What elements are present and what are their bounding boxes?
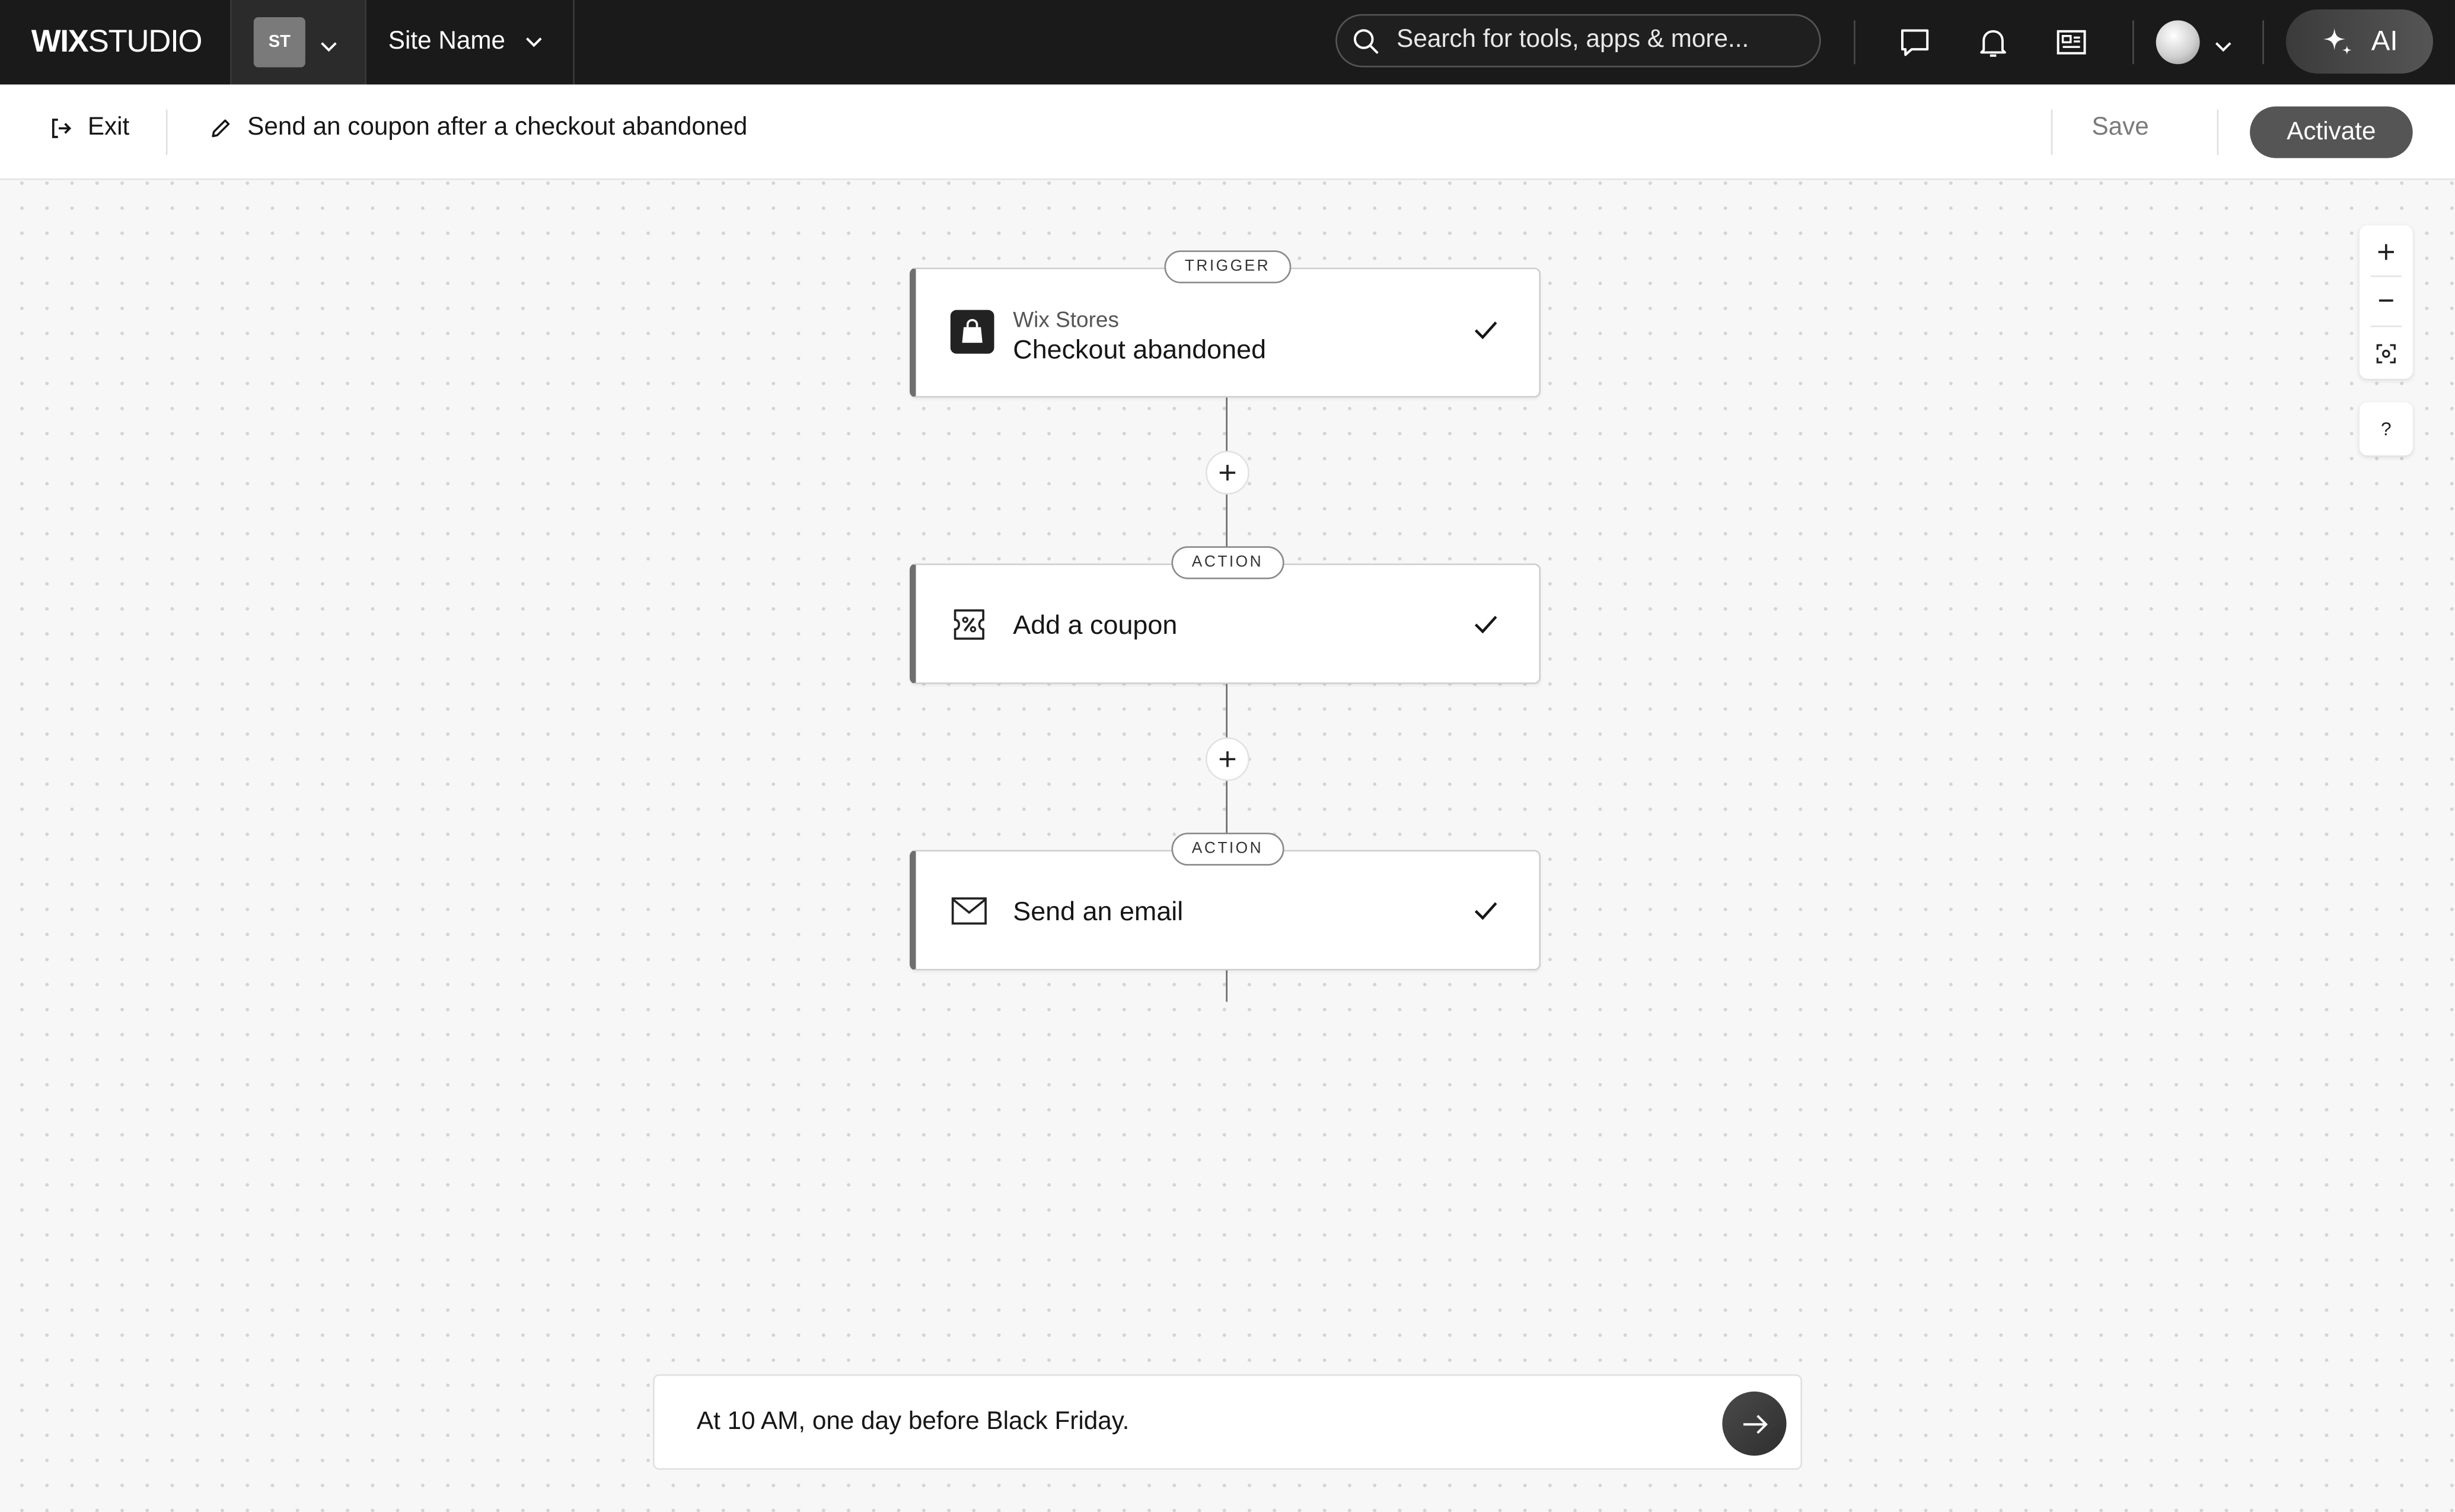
- divider: [165, 109, 168, 155]
- check-icon: [1474, 900, 1498, 930]
- site-name-label: Site Name: [388, 28, 506, 55]
- plus-icon: [1219, 465, 1236, 481]
- check-icon: [1474, 614, 1498, 643]
- send-button[interactable]: [1722, 1391, 1787, 1456]
- chevron-down-icon: [524, 28, 543, 57]
- top-bar: WIXSTUDIO ST Site Name Search for tools,…: [0, 0, 2455, 85]
- action-title: Add a coupon: [1013, 610, 1178, 640]
- add-step-button[interactable]: [1206, 737, 1249, 781]
- profile-avatar[interactable]: [2156, 20, 2200, 65]
- divider: [2132, 20, 2134, 65]
- logo-rest-text: STUDIO: [88, 25, 203, 60]
- ai-prompt-box: [653, 1374, 1802, 1470]
- exit-icon: [52, 119, 72, 138]
- bell-icon[interactable]: [1973, 22, 2014, 63]
- workspace-avatar: ST: [253, 17, 305, 68]
- wix-studio-logo[interactable]: WIXSTUDIO: [31, 25, 203, 60]
- newspaper-icon[interactable]: [2051, 22, 2092, 63]
- divider: [2051, 109, 2053, 155]
- logo-bold-text: WIX: [31, 25, 89, 60]
- search-icon: [1353, 28, 1379, 53]
- activate-button[interactable]: Activate: [2250, 106, 2413, 158]
- arrow-right-icon: [1742, 1414, 1767, 1433]
- action-badge: ACTION: [1171, 832, 1284, 866]
- action-node-email[interactable]: ACTION Send an email: [910, 832, 1541, 971]
- save-button[interactable]: Save: [2091, 114, 2148, 143]
- divider: [2217, 109, 2219, 155]
- shopping-bag-icon: [950, 310, 994, 362]
- trigger-title: Checkout abandoned: [1013, 334, 1267, 365]
- check-icon: [1474, 320, 1498, 349]
- chevron-down-icon: [320, 33, 339, 61]
- sparkle-icon: [2324, 27, 2353, 55]
- minus-icon: [2379, 299, 2393, 302]
- connector-line: [1226, 970, 1228, 1002]
- plus-icon: [2378, 244, 2395, 260]
- chevron-down-icon[interactable]: [2214, 33, 2233, 61]
- coupon-icon: [951, 607, 988, 649]
- trigger-source: Wix Stores: [1013, 307, 1119, 332]
- fit-to-screen-button[interactable]: [2360, 330, 2413, 377]
- action-badge: ACTION: [1171, 546, 1284, 579]
- exit-button[interactable]: Exit: [49, 114, 129, 143]
- site-name-dropdown[interactable]: Site Name: [366, 0, 573, 85]
- focus-icon: [2376, 344, 2396, 363]
- exit-label: Exit: [87, 114, 130, 141]
- divider: [2262, 20, 2264, 65]
- divider: [2370, 326, 2402, 327]
- workspace-switcher[interactable]: ST: [231, 0, 365, 85]
- plus-icon: [1219, 751, 1236, 767]
- automation-title-text: Send an coupon after a checkout abandone…: [247, 114, 748, 141]
- ai-label: AI: [2371, 25, 2398, 57]
- divider: [1854, 20, 1855, 65]
- automation-title[interactable]: Send an coupon after a checkout abandone…: [210, 114, 748, 143]
- search-bar[interactable]: [1335, 14, 1821, 68]
- zoom-controls: [2359, 225, 2413, 379]
- trigger-badge: TRIGGER: [1164, 250, 1291, 283]
- envelope-icon: [951, 895, 988, 934]
- action-node-coupon[interactable]: ACTION Add a coupon: [910, 546, 1541, 684]
- action-title: Send an email: [1013, 897, 1184, 927]
- pencil-icon: [212, 119, 230, 138]
- search-input[interactable]: [1393, 25, 1791, 57]
- trigger-node[interactable]: TRIGGER Wix Stores Checkout abandoned: [910, 250, 1541, 398]
- zoom-in-button[interactable]: [2360, 228, 2413, 275]
- ai-button[interactable]: AI: [2285, 9, 2434, 74]
- help-button[interactable]: ?: [2359, 402, 2413, 456]
- automation-header: Exit Send an coupon after a checkout aba…: [0, 84, 2455, 180]
- zoom-out-button[interactable]: [2360, 277, 2413, 324]
- prompt-input[interactable]: [696, 1408, 1668, 1437]
- divider: [573, 0, 575, 85]
- add-step-button[interactable]: [1206, 451, 1249, 495]
- chat-icon[interactable]: [1895, 22, 1936, 63]
